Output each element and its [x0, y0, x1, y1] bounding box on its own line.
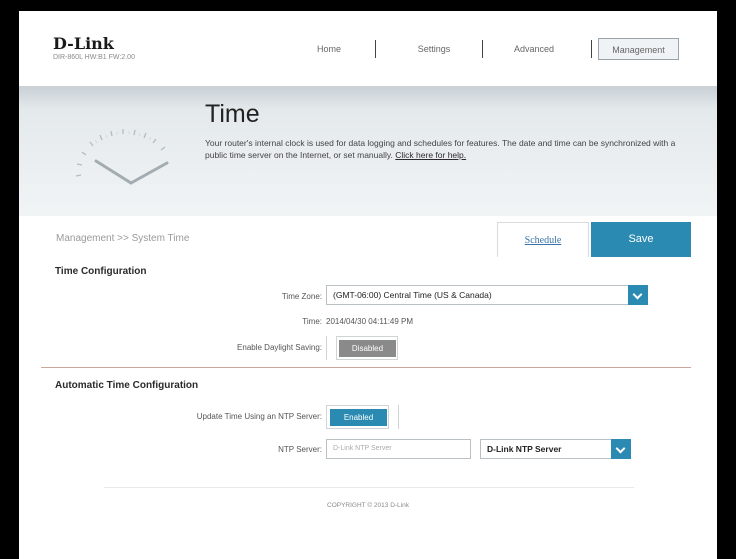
time-label: Time: [302, 317, 322, 326]
time-zone-select[interactable]: (GMT-06:00) Central Time (US & Canada) [326, 285, 648, 305]
daylight-saving-label: Enable Daylight Saving: [237, 343, 322, 352]
header: D-Link DIR-860L HW:B1 FW:2.00 Home Setti… [19, 11, 717, 86]
ntp-update-toggle[interactable]: Enabled [326, 405, 399, 429]
ntp-update-state: Enabled [330, 409, 387, 426]
footer-divider [104, 487, 634, 488]
schedule-tab[interactable]: Schedule [497, 222, 589, 257]
time-zone-value: (GMT-06:00) Central Time (US & Canada) [333, 290, 492, 300]
copyright-footer: COPYRIGHT © 2013 D-Link [327, 502, 409, 509]
dlink-logo: D-Link [53, 34, 114, 53]
toolbar: Management >> System Time Schedule Save [19, 222, 717, 257]
time-zone-label: Time Zone: [281, 292, 322, 301]
section-title-automatic-time: Automatic Time Configuration [55, 380, 199, 391]
section-divider [41, 367, 691, 368]
page: D-Link DIR-860L HW:B1 FW:2.00 Home Setti… [19, 11, 717, 559]
ntp-update-label: Update Time Using an NTP Server: [196, 412, 322, 421]
daylight-saving-toggle[interactable]: Disabled [326, 336, 398, 360]
ntp-server-label: NTP Server: [278, 445, 322, 454]
ntp-server-select[interactable]: D-Link NTP Server [480, 439, 631, 459]
nav-separator [375, 40, 376, 58]
nav-separator [591, 40, 592, 58]
time-value: 2014/04/30 04:11:49 PM [326, 317, 414, 326]
page-title: Time [205, 100, 260, 128]
nav-home[interactable]: Home [299, 38, 359, 60]
ntp-server-input[interactable]: D-Link NTP Server [326, 439, 471, 459]
nav-settings[interactable]: Settings [399, 38, 469, 60]
toggle-handle [327, 336, 337, 360]
nav-advanced[interactable]: Advanced [499, 38, 569, 60]
page-description: Your router's internal clock is used for… [205, 137, 695, 161]
page-banner: Time Your router's internal clock is use… [19, 86, 717, 216]
nav-separator [482, 40, 483, 58]
nav-management[interactable]: Management [598, 38, 679, 60]
ntp-server-select-value: D-Link NTP Server [487, 444, 562, 454]
section-title-time-configuration: Time Configuration [55, 266, 147, 277]
clock-icon [75, 129, 169, 185]
main-nav: Home Settings Advanced Management [299, 38, 689, 60]
daylight-saving-state: Disabled [339, 340, 396, 357]
breadcrumb: Management >> System Time [56, 233, 190, 244]
help-link[interactable]: Click here for help. [395, 150, 466, 160]
device-model-info: DIR-860L HW:B1 FW:2.00 [53, 54, 135, 61]
toggle-handle [388, 405, 398, 429]
save-button[interactable]: Save [591, 222, 691, 257]
chevron-down-icon[interactable] [628, 285, 648, 305]
chevron-down-icon[interactable] [611, 439, 631, 459]
